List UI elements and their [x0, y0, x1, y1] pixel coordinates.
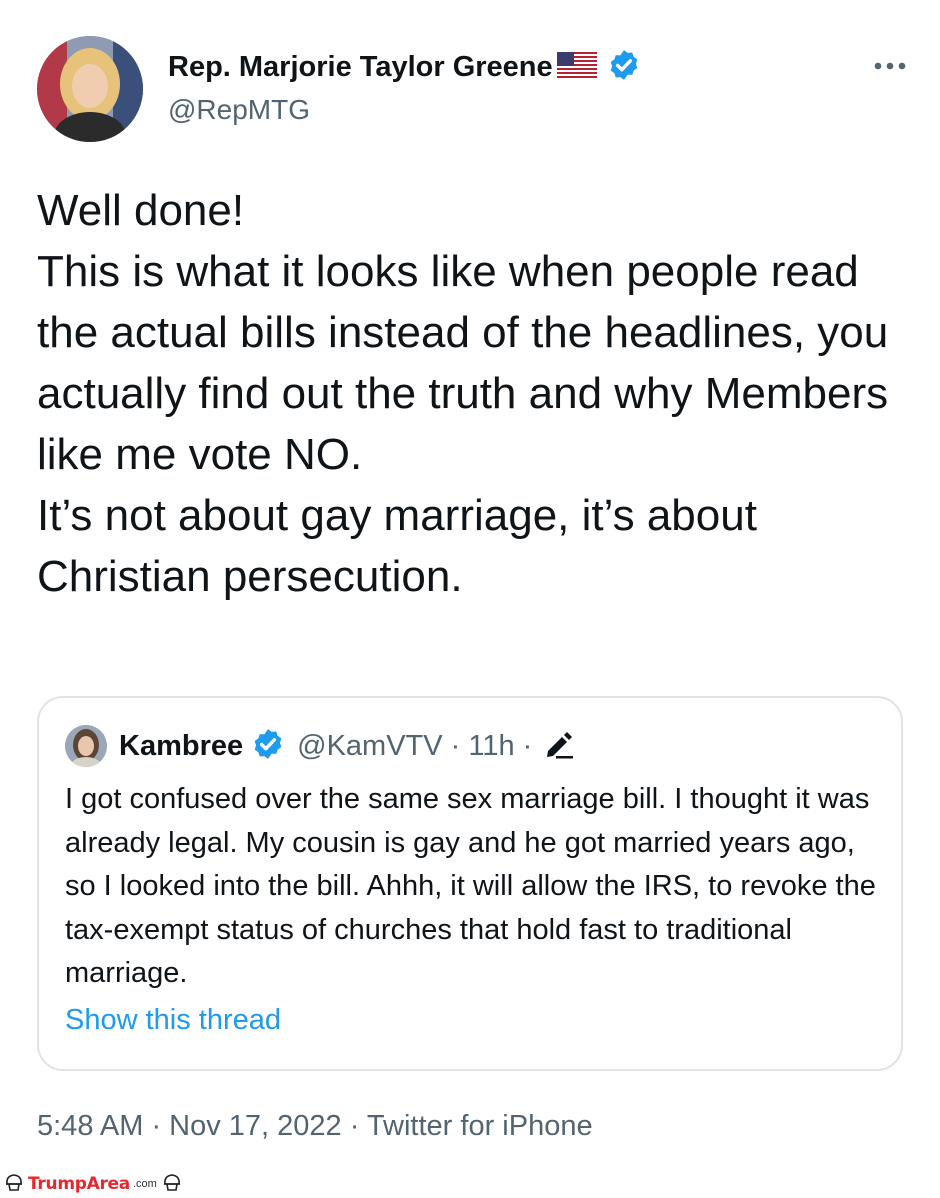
quoted-verified-badge-icon — [251, 727, 285, 766]
site-watermark: TrumpArea .com — [3, 1172, 183, 1196]
author-avatar[interactable] — [37, 36, 143, 142]
edited-pencil-icon — [542, 729, 574, 764]
tweet-header: Rep. Marjorie Taylor Greene @RepMTG — [37, 36, 910, 146]
author-display-name[interactable]: Rep. Marjorie Taylor Greene — [168, 51, 553, 84]
tweet-text: Well done! This is what it looks like wh… — [37, 186, 889, 601]
quoted-author-handle-time: @KamVTV · 11h · — [297, 729, 533, 762]
us-flag-icon — [556, 52, 597, 83]
quoted-author-avatar — [65, 725, 107, 767]
quoted-tweet-text: I got confused over the same sex marriag… — [65, 783, 876, 989]
tweet-timestamp-source[interactable]: 5:48 AM · Nov 17, 2022 · Twitter for iPh… — [37, 1110, 593, 1143]
watermark-brand: TrumpArea — [28, 1174, 130, 1194]
more-options-icon[interactable] — [870, 46, 910, 86]
watermark-logo-icon-right — [161, 1171, 183, 1198]
quoted-tweet-card[interactable]: Kambree @KamVTV · 11h · I got confused o… — [37, 696, 903, 1071]
watermark-logo-icon — [3, 1171, 25, 1198]
watermark-suffix: .com — [132, 1178, 157, 1190]
verified-badge-icon — [607, 48, 641, 87]
show-thread-link[interactable]: Show this thread — [65, 1004, 281, 1037]
quoted-tweet-header: Kambree @KamVTV · 11h · — [65, 724, 574, 768]
author-handle[interactable]: @RepMTG — [168, 94, 310, 126]
quoted-author-name: Kambree — [119, 729, 244, 762]
